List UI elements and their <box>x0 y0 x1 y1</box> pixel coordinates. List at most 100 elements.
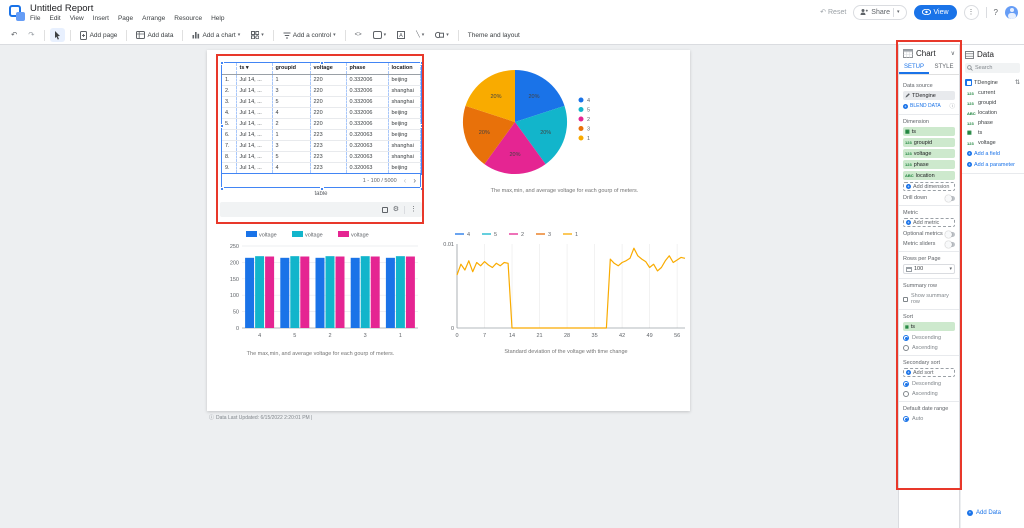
menu-resource[interactable]: Resource <box>174 15 202 22</box>
rows-per-page-select[interactable]: 100 ▾ <box>903 264 955 274</box>
metric-sliders-toggle[interactable] <box>945 240 955 248</box>
selection-handle[interactable] <box>420 187 424 191</box>
view-button[interactable]: View <box>913 4 957 20</box>
share-button[interactable]: Share ▾ <box>853 4 907 20</box>
svg-text:20%: 20% <box>528 94 539 100</box>
data-icon <box>965 50 974 59</box>
text-button[interactable]: A <box>393 28 409 42</box>
report-page[interactable]: ts ▾ groupid voltage phase location 1. Jul 14,… <box>207 50 690 411</box>
shape-button[interactable]: ▾ <box>431 28 453 42</box>
dimension-chip-groupid[interactable]: 123 groupid <box>903 138 955 147</box>
selection-handle[interactable] <box>320 61 324 65</box>
dimension-chip-phase[interactable]: 123 phase <box>903 160 955 169</box>
looker-studio-logo-icon[interactable] <box>9 5 26 22</box>
reset-button[interactable]: ↶ Reset <box>820 8 846 17</box>
chevron-down-icon[interactable]: ∨ <box>951 50 955 57</box>
redo-button[interactable]: ↷ <box>24 28 38 42</box>
collapse-fields-icon[interactable]: ⇅ <box>1015 79 1020 86</box>
menu-help[interactable]: Help <box>211 15 224 22</box>
add-sort-button[interactable]: + Add sort <box>903 368 955 377</box>
field-current[interactable]: 123 current <box>961 88 1024 98</box>
more-vertical-icon[interactable]: ⋮ <box>410 206 417 213</box>
summary-checkbox[interactable] <box>903 296 908 302</box>
more-options-button[interactable]: ⋮ <box>963 4 979 20</box>
column-header-groupid[interactable]: groupid <box>272 63 311 75</box>
tab-setup[interactable]: SETUP <box>899 61 929 74</box>
menu-view[interactable]: View <box>70 15 84 22</box>
column-header-location[interactable]: location <box>388 63 421 75</box>
add-dimension-button[interactable]: + Add dimension <box>903 182 955 191</box>
report-canvas[interactable]: ts ▾ groupid voltage phase location 1. Jul 14,… <box>0 45 1024 528</box>
add-chart-button[interactable]: Add a chart ▾ <box>188 28 244 42</box>
default-date-range-label: Default date range <box>903 406 949 412</box>
selection-handle[interactable] <box>320 187 324 191</box>
field-phase[interactable]: 123 phase <box>961 118 1024 128</box>
dimension-chip-ts[interactable]: ▦ ts <box>903 127 955 136</box>
table-row: 1. Jul 14, ... 1 220 0.332006 beijing <box>222 74 421 86</box>
bar-chart[interactable]: voltage voltage voltage 0 50 100 150 200 250 4 5 2 3… <box>218 228 423 348</box>
selection-handle[interactable] <box>420 61 424 65</box>
selection-handle[interactable] <box>220 124 224 128</box>
caret-icon: ▾ <box>421 32 425 38</box>
report-title[interactable]: Untitled Report <box>30 3 93 14</box>
table-cell: Jul 14, ... <box>236 129 273 141</box>
data-source-row[interactable]: TDengine ⇅ <box>961 77 1024 88</box>
add-data-button-bottom[interactable]: + Add Data <box>967 510 1001 516</box>
selection-handle[interactable] <box>420 124 424 128</box>
line-button[interactable]: ╲ ▾ <box>412 28 428 42</box>
selection-handle[interactable] <box>220 187 224 191</box>
pie-chart-caption: The max,min, and average voltage for eac… <box>490 188 639 194</box>
column-header-phase[interactable]: phase <box>346 63 389 75</box>
dimension-chip-location[interactable]: ABC location <box>903 171 955 180</box>
column-header-voltage[interactable]: voltage <box>310 63 347 75</box>
radio-selected-icon[interactable] <box>903 381 909 387</box>
sort-field-chip[interactable]: ▦ ts <box>903 322 955 331</box>
image-button[interactable]: ▾ <box>369 28 391 42</box>
optional-metrics-toggle[interactable] <box>945 230 955 238</box>
theme-layout-button[interactable]: Theme and layout <box>464 28 524 42</box>
add-field-button[interactable]: + Add a field <box>961 148 1024 159</box>
add-metric-button[interactable]: + Add metric <box>903 218 955 227</box>
add-parameter-button[interactable]: + Add a parameter <box>961 159 1024 170</box>
table-chart[interactable]: ts ▾ groupid voltage phase location 1. Jul 14,… <box>221 62 422 175</box>
radio-icon[interactable] <box>903 345 909 351</box>
add-page-button[interactable]: Add page <box>76 28 122 42</box>
blend-data-button[interactable]: + BLEND DATA ⓘ <box>903 102 955 110</box>
url-embed-button[interactable]: <> <box>351 28 366 42</box>
menu-arrange[interactable]: Arrange <box>142 15 165 22</box>
help-button[interactable]: ? <box>994 8 998 17</box>
column-header-ts[interactable]: ts ▾ <box>236 63 273 75</box>
radio-selected-icon[interactable] <box>903 416 909 422</box>
radio-icon[interactable] <box>903 391 909 397</box>
gear-icon[interactable]: ⚙ <box>393 206 399 213</box>
community-visualizations-button[interactable]: ▾ <box>247 28 268 42</box>
share-caret-icon[interactable]: ▾ <box>897 9 900 15</box>
field-location[interactable]: ABC location <box>961 108 1024 118</box>
dimension-chip-voltage[interactable]: 123 voltage <box>903 149 955 158</box>
menu-insert[interactable]: Insert <box>93 15 109 22</box>
undo-button[interactable]: ↶ <box>7 28 21 42</box>
select-cursor-button[interactable] <box>49 28 65 42</box>
tab-style[interactable]: STYLE <box>929 61 959 74</box>
field-search-input[interactable]: Search <box>965 63 1020 73</box>
add-control-button[interactable]: Add a control ▾ <box>279 28 340 42</box>
pie-chart[interactable]: 20% 20% 20% 20% 20% 4 5 2 3 1 <box>447 56 682 186</box>
selection-handle[interactable] <box>220 61 224 65</box>
field-ts[interactable]: ▦ ts <box>961 128 1024 138</box>
svg-text:28: 28 <box>564 333 570 339</box>
data-source-chip[interactable]: TDengine <box>903 91 955 100</box>
field-voltage[interactable]: 123 voltage <box>961 138 1024 148</box>
menu-file[interactable]: File <box>30 15 40 22</box>
radio-selected-icon[interactable] <box>903 335 909 341</box>
field-groupid[interactable]: 123 groupid <box>961 98 1024 108</box>
add-data-button[interactable]: Add data <box>132 28 177 42</box>
drill-down-toggle[interactable] <box>945 194 955 202</box>
menu-edit[interactable]: Edit <box>49 15 60 22</box>
resize-icon[interactable] <box>381 206 388 213</box>
menu-page[interactable]: Page <box>118 15 133 22</box>
page-prev-icon[interactable]: ‹ <box>404 176 407 185</box>
page-next-icon[interactable]: › <box>413 176 416 185</box>
line-chart[interactable]: 4 5 2 3 1 0 7 14 21 28 35 42 49 56 0.01 0 <box>441 228 691 348</box>
user-avatar[interactable] <box>1005 5 1018 19</box>
chart-panel-header[interactable]: Chart ∨ <box>899 45 959 61</box>
